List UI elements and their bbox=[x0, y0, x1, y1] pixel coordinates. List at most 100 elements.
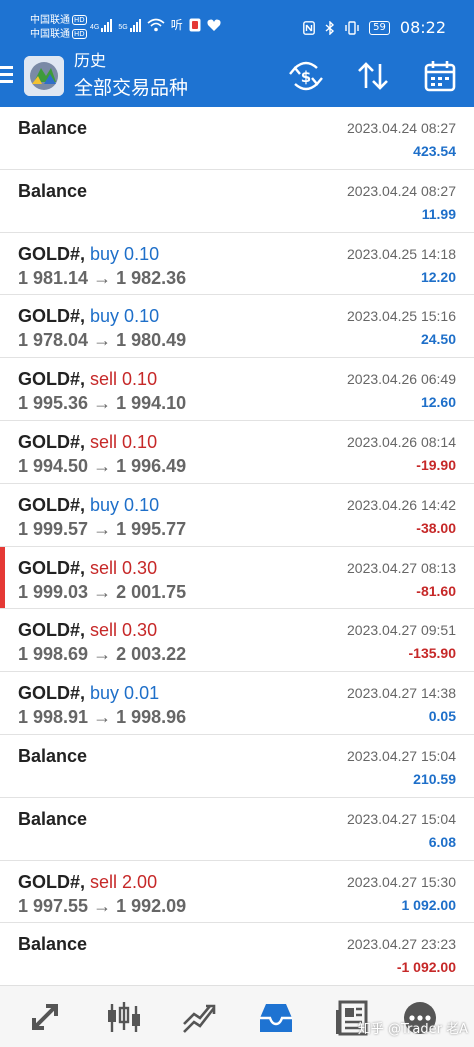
app-header: 历史 全部交易品种 $ bbox=[0, 46, 474, 107]
symbol-label: GOLD#, bbox=[18, 871, 86, 892]
trade-side-volume: buy 0.01 bbox=[90, 683, 160, 704]
symbol-label: GOLD#, bbox=[18, 683, 86, 704]
trade-prices: 1 994.50 → 1 996.49 bbox=[18, 455, 187, 476]
symbol-label: GOLD#, bbox=[18, 620, 86, 641]
trade-profit: -135.90 bbox=[408, 645, 456, 662]
nav-history[interactable] bbox=[256, 998, 296, 1038]
carrier-1: 中国联通 HD bbox=[30, 15, 87, 27]
trade-row[interactable]: GOLD#, sell 0.30 1 998.69 → 2 003.22 2023.… bbox=[0, 609, 474, 673]
trade-prices: 1 997.55 → 1 992.09 bbox=[18, 895, 187, 916]
sort-button[interactable] bbox=[354, 58, 392, 94]
trade-side-volume: sell 0.30 bbox=[90, 557, 158, 578]
trade-prices: 1 998.69 → 2 003.22 bbox=[18, 644, 187, 665]
trade-prices: 1 999.57 → 1 995.77 bbox=[18, 518, 187, 539]
heart-shield-icon bbox=[207, 19, 221, 31]
balance-row[interactable]: Balance 2023.04.24 08:27 423.54 bbox=[0, 107, 474, 170]
trade-date: 2023.04.27 15:30 bbox=[347, 873, 456, 890]
trade-date: 2023.04.26 06:49 bbox=[347, 371, 456, 388]
symbol-filter[interactable]: 全部交易品种 bbox=[74, 76, 188, 100]
trade-profit: 12.20 bbox=[420, 268, 456, 285]
sort-arrows-icon bbox=[358, 62, 388, 90]
carrier-2: 中国联通 HD bbox=[30, 29, 87, 41]
trade-profit: 6.08 bbox=[428, 833, 456, 850]
balance-row[interactable]: Balance 2023.04.27 23:23 -1 092.00 bbox=[0, 923, 474, 987]
balance-row[interactable]: Balance 2023.04.27 15:04 6.08 bbox=[0, 797, 474, 861]
balance-title: Balance bbox=[18, 808, 88, 829]
status-bar: 中国联通 HD 中国联通 HD 4G 5G 听 59 08:22 bbox=[0, 0, 474, 46]
trade-date: 2023.04.27 09:51 bbox=[347, 622, 456, 639]
network-type-label: 4G bbox=[90, 24, 100, 31]
trade-profit: 11.99 bbox=[421, 205, 456, 222]
trade-row[interactable]: GOLD#, buy 0.10 1 999.57 → 1 995.77 2023.0… bbox=[0, 483, 474, 547]
trade-symbol: GOLD#, sell 0.10 bbox=[18, 431, 157, 453]
trade-date: 2023.04.26 08:14 bbox=[347, 433, 456, 450]
trade-row[interactable]: GOLD#, buy 0.01 1 998.91 → 1 998.96 2023.0… bbox=[0, 672, 474, 735]
trade-profit: -19.90 bbox=[416, 456, 456, 473]
symbol-label: GOLD#, bbox=[18, 494, 86, 515]
balance-title: Balance bbox=[18, 745, 88, 766]
menu-icon[interactable] bbox=[0, 66, 14, 86]
watermark-label: 知乎 @Trader 老A bbox=[357, 1022, 468, 1037]
trade-side-volume: sell 0.10 bbox=[90, 431, 158, 452]
trade-prices: 1 998.91 → 1 998.96 bbox=[18, 707, 187, 728]
trade-profit: -1 092.00 bbox=[396, 959, 456, 976]
vibrate-icon bbox=[345, 20, 359, 35]
wifi-icon bbox=[147, 18, 165, 32]
trade-symbol: GOLD#, sell 0.30 bbox=[18, 557, 157, 579]
symbol-label: GOLD#, bbox=[18, 306, 86, 327]
trade-prices: 1 999.03 → 2 001.75 bbox=[18, 581, 187, 602]
app-status-label: 听 bbox=[170, 18, 183, 32]
app-logo[interactable] bbox=[24, 56, 64, 96]
trade-row[interactable]: GOLD#, sell 0.10 1 995.36 → 1 994.10 2023.… bbox=[0, 358, 474, 421]
trade-date: 2023.04.25 15:16 bbox=[347, 308, 456, 325]
bluetooth-icon bbox=[325, 20, 335, 35]
trade-side-volume: buy 0.10 bbox=[90, 494, 160, 515]
trade-date: 2023.04.24 08:27 bbox=[347, 182, 456, 199]
calendar-button[interactable] bbox=[421, 58, 459, 94]
trade-date: 2023.04.25 14:18 bbox=[347, 245, 456, 262]
trade-row[interactable]: GOLD#, sell 0.10 1 994.50 → 1 996.49 2023.… bbox=[0, 420, 474, 484]
trade-row[interactable]: GOLD#, sell 0.30 1 999.03 → 2 001.75 2023.… bbox=[0, 546, 474, 610]
status-time: 08:22 bbox=[399, 18, 446, 37]
trade-symbol: GOLD#, buy 0.10 bbox=[18, 305, 159, 327]
bottom-nav: 知乎 @Trader 老A bbox=[0, 985, 474, 1047]
trade-side-volume: sell 0.10 bbox=[90, 369, 158, 390]
trade-row[interactable]: GOLD#, buy 0.10 1 981.14 → 1 982.36 2023.0… bbox=[0, 232, 474, 296]
chart-icon bbox=[108, 1002, 140, 1032]
calendar-icon bbox=[424, 61, 456, 92]
nav-quotes[interactable] bbox=[26, 998, 66, 1038]
page-title: 历史 bbox=[74, 51, 107, 70]
hd-badge: HD bbox=[72, 29, 87, 39]
trade-prices: 1 978.04 → 1 980.49 bbox=[18, 330, 187, 351]
trade-symbol: GOLD#, buy 0.10 bbox=[18, 494, 159, 516]
carrier-2-label: 中国联通 bbox=[30, 29, 70, 40]
balance-row[interactable]: Balance 2023.04.24 08:27 11.99 bbox=[0, 169, 474, 233]
trade-symbol: GOLD#, sell 0.10 bbox=[18, 368, 157, 390]
trade-date: 2023.04.27 15:04 bbox=[347, 747, 456, 764]
deposit-filter-button[interactable]: $ bbox=[287, 58, 325, 94]
trade-row[interactable]: GOLD#, buy 0.10 1 978.04 → 1 980.49 2023.0… bbox=[0, 295, 474, 359]
nav-chart[interactable] bbox=[104, 998, 144, 1038]
trade-profit: 24.50 bbox=[420, 331, 456, 348]
network-type-label: 5G bbox=[118, 24, 128, 31]
balance-row[interactable]: Balance 2023.04.27 15:04 210.59 bbox=[0, 734, 474, 798]
trade-date: 2023.04.24 08:27 bbox=[347, 120, 456, 136]
signal-icon: 5G bbox=[118, 16, 141, 32]
symbol-label: GOLD#, bbox=[18, 557, 86, 578]
trade-profit: 1 092.00 bbox=[401, 896, 457, 913]
trade-profit: 12.60 bbox=[420, 394, 456, 411]
nav-trade[interactable] bbox=[180, 998, 220, 1038]
trade-profit: 210.59 bbox=[413, 770, 456, 787]
balance-title: Balance bbox=[18, 934, 88, 955]
hd-badge: HD bbox=[72, 15, 87, 25]
trade-symbol: GOLD#, buy 0.01 bbox=[18, 682, 159, 704]
symbol-label: GOLD#, bbox=[18, 369, 86, 390]
trade-profit: -81.60 bbox=[416, 582, 456, 599]
trade-row[interactable]: GOLD#, sell 2.00 1 997.55 → 1 992.09 2023.… bbox=[0, 860, 474, 924]
symbol-label: GOLD#, bbox=[18, 243, 86, 264]
trade-date: 2023.04.27 15:04 bbox=[347, 810, 456, 827]
trade-icon bbox=[183, 1004, 216, 1033]
trade-symbol: GOLD#, sell 2.00 bbox=[18, 871, 157, 893]
currency-exchange-icon: $ bbox=[289, 61, 323, 91]
trade-profit: 0.05 bbox=[428, 708, 456, 725]
